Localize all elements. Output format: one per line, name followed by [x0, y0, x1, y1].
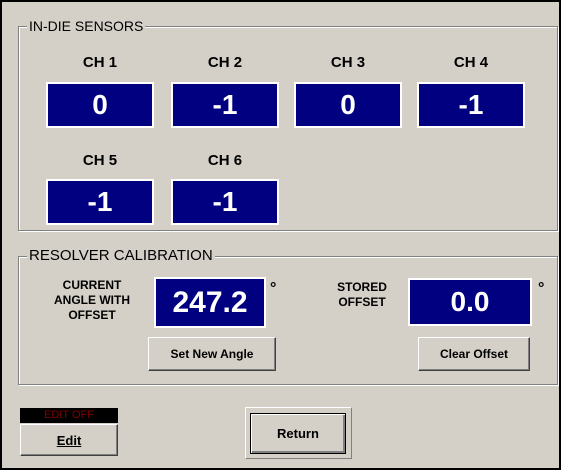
ch3-label: CH 3 [330, 54, 366, 71]
current-angle-degree: ° [270, 280, 277, 297]
ch2-readout: -1 [171, 82, 279, 128]
edit-button-label: Edit [56, 432, 82, 448]
ch2-label: CH 2 [207, 54, 243, 71]
set-new-angle-button[interactable]: Set New Angle [148, 337, 276, 371]
stored-offset-degree: ° [538, 280, 545, 297]
in-die-sensors-title: IN-DIE SENSORS [27, 17, 146, 35]
stored-offset-readout: 0.0 [408, 278, 532, 326]
stored-offset-label-line1: STORED [337, 280, 387, 294]
ch6-readout: -1 [171, 179, 279, 225]
ch6-label: CH 6 [207, 152, 243, 169]
edit-button[interactable]: Edit [20, 424, 118, 456]
return-button[interactable]: Return [250, 413, 346, 454]
ch4-label: CH 4 [453, 54, 489, 71]
current-angle-label: CURRENT ANGLE WITH OFFSET [32, 278, 152, 323]
ch1-label: CH 1 [82, 54, 118, 71]
ch5-readout: -1 [46, 179, 154, 225]
edit-status-indicator: EDIT OFF [20, 408, 118, 423]
current-angle-readout: 247.2 [154, 277, 266, 328]
current-angle-label-line2: ANGLE WITH [54, 293, 130, 307]
ch1-readout: 0 [46, 82, 154, 128]
ch3-readout: 0 [294, 82, 402, 128]
ch5-label: CH 5 [82, 152, 118, 169]
sensor-window: IN-DIE SENSORS CH 1 0 CH 2 -1 CH 3 0 CH … [0, 0, 561, 470]
stored-offset-label: STORED OFFSET [312, 280, 412, 310]
resolver-calibration-title: RESOLVER CALIBRATION [27, 247, 215, 265]
clear-offset-button[interactable]: Clear Offset [418, 337, 530, 371]
ch4-readout: -1 [417, 82, 525, 128]
stored-offset-label-line2: OFFSET [338, 295, 386, 309]
current-angle-label-line1: CURRENT [62, 278, 122, 292]
current-angle-label-line3: OFFSET [68, 308, 116, 322]
